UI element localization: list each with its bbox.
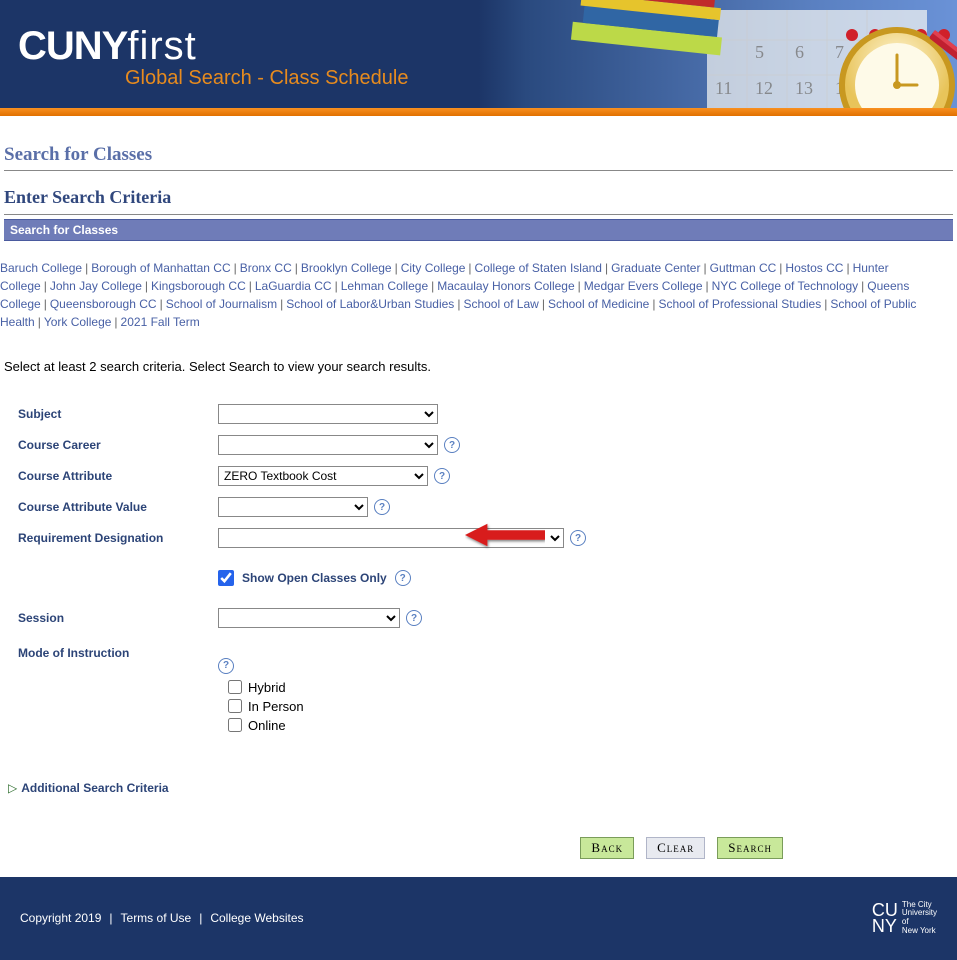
mode-hybrid-checkbox[interactable] [228, 680, 242, 694]
instructions-text: Select at least 2 search criteria. Selec… [0, 335, 957, 378]
footer-terms-link[interactable]: Terms of Use [121, 911, 192, 925]
college-link[interactable]: College of Staten Island [475, 261, 602, 275]
college-link[interactable]: LaGuardia CC [255, 279, 332, 293]
college-link[interactable]: Brooklyn College [301, 261, 392, 275]
college-link[interactable]: School of Professional Studies [658, 297, 821, 311]
career-select[interactable] [218, 435, 438, 455]
help-icon[interactable]: ? [444, 437, 460, 453]
college-link[interactable]: School of Law [463, 297, 538, 311]
logo-cuny: CUNY [18, 24, 127, 68]
header-logo: CUNYfirst Global Search - Class Schedule [18, 24, 408, 90]
search-button[interactable]: Search [717, 837, 783, 859]
footer-copyright: Copyright 2019 [20, 911, 101, 925]
svg-text:7: 7 [835, 42, 844, 62]
svg-text:11: 11 [715, 78, 732, 98]
college-link[interactable]: NYC College of Technology [712, 279, 859, 293]
mode-inperson-label: In Person [248, 699, 304, 714]
show-open-checkbox[interactable] [218, 570, 234, 586]
session-select[interactable] [218, 608, 400, 628]
reqdes-label: Requirement Designation [18, 531, 218, 545]
college-link[interactable]: Borough of Manhattan CC [91, 261, 230, 275]
college-link[interactable]: Hostos CC [785, 261, 843, 275]
attrval-select[interactable] [218, 497, 368, 517]
help-icon[interactable]: ? [374, 499, 390, 515]
mode-label: Mode of Instruction [18, 646, 218, 660]
section-bar: Search for Classes [4, 219, 953, 241]
svg-text:12: 12 [755, 78, 773, 98]
colleges-list: Baruch College|Borough of Manhattan CC|B… [0, 245, 957, 335]
logo-first: first [127, 24, 196, 68]
show-open-label: Show Open Classes Only [242, 571, 387, 585]
college-link[interactable]: Lehman College [341, 279, 428, 293]
attrval-label: Course Attribute Value [18, 500, 218, 514]
attr-label: Course Attribute [18, 469, 218, 483]
college-link[interactable]: Baruch College [0, 261, 82, 275]
college-link[interactable]: Queensborough CC [50, 297, 157, 311]
orange-accent-bar [0, 108, 957, 116]
mode-inperson-checkbox[interactable] [228, 699, 242, 713]
header-banner: CUNYfirst Global Search - Class Schedule… [0, 0, 957, 116]
footer-cuny-logo: CUNY The CityUniversityofNew York [872, 901, 937, 936]
career-label: Course Career [18, 438, 218, 452]
expand-triangle-icon[interactable]: ▷ [8, 781, 17, 795]
header-decoration: 567 111213 19 [507, 0, 957, 108]
page-title: Search for Classes [4, 134, 953, 171]
college-link[interactable]: York College [44, 315, 112, 329]
subject-label: Subject [18, 407, 218, 421]
help-icon[interactable]: ? [218, 658, 234, 674]
clear-button[interactable]: Clear [646, 837, 705, 859]
college-link[interactable]: Macaulay Honors College [437, 279, 574, 293]
reqdes-select[interactable] [218, 528, 564, 548]
session-label: Session [18, 611, 218, 625]
college-link[interactable]: School of Journalism [166, 297, 277, 311]
svg-text:6: 6 [795, 42, 804, 62]
college-link[interactable]: Bronx CC [240, 261, 292, 275]
svg-text:5: 5 [755, 42, 764, 62]
college-link[interactable]: Guttman CC [710, 261, 777, 275]
college-link[interactable]: John Jay College [50, 279, 142, 293]
college-link[interactable]: Graduate Center [611, 261, 700, 275]
mode-online-checkbox[interactable] [228, 718, 242, 732]
help-icon[interactable]: ? [570, 530, 586, 546]
page-subtitle: Enter Search Criteria [4, 171, 953, 215]
help-icon[interactable]: ? [434, 468, 450, 484]
mode-online-label: Online [248, 718, 286, 733]
subject-select[interactable] [218, 404, 438, 424]
footer-sites-link[interactable]: College Websites [210, 911, 303, 925]
attr-select[interactable]: ZERO Textbook Cost [218, 466, 428, 486]
help-icon[interactable]: ? [395, 570, 411, 586]
footer: Copyright 2019 | Terms of Use | College … [0, 877, 957, 960]
mode-hybrid-label: Hybrid [248, 680, 286, 695]
additional-criteria-link[interactable]: Additional Search Criteria [21, 781, 168, 795]
college-link[interactable]: City College [401, 261, 466, 275]
college-link[interactable]: Medgar Evers College [584, 279, 703, 293]
college-link[interactable]: School of Medicine [548, 297, 649, 311]
back-button[interactable]: Back [580, 837, 634, 859]
svg-text:13: 13 [795, 78, 813, 98]
header-tagline: Global Search - Class Schedule [125, 67, 408, 90]
help-icon[interactable]: ? [406, 610, 422, 626]
college-link[interactable]: 2021 Fall Term [121, 315, 200, 329]
show-open-row: Show Open Classes Only ? [218, 570, 953, 586]
college-link[interactable]: School of Labor&Urban Studies [286, 297, 454, 311]
college-link[interactable]: Kingsborough CC [151, 279, 246, 293]
